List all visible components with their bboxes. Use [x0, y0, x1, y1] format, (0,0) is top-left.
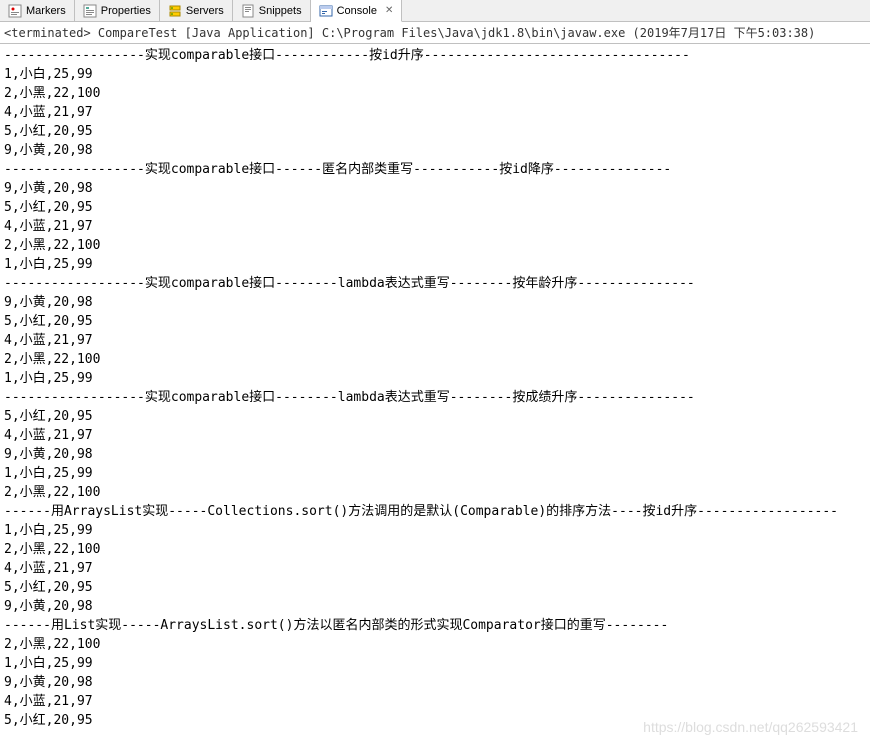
console-icon	[319, 4, 333, 18]
tab-snippets[interactable]: Snippets	[233, 0, 311, 21]
console-output: ------------------实现comparable接口--------…	[0, 44, 870, 732]
close-icon[interactable]: ✕	[385, 5, 393, 16]
tab-label: Servers	[186, 5, 224, 17]
markers-icon	[8, 4, 22, 18]
tab-label: Snippets	[259, 5, 302, 17]
watermark: https://blog.csdn.net/qq262593421	[643, 719, 858, 735]
servers-icon	[168, 4, 182, 18]
tab-bar: Markers Properties Servers Snippets Cons…	[0, 0, 870, 22]
snippets-icon	[241, 4, 255, 18]
tab-label: Console	[337, 5, 377, 17]
tab-label: Properties	[101, 5, 151, 17]
properties-icon	[83, 4, 97, 18]
terminated-status: <terminated> CompareTest [Java Applicati…	[0, 22, 870, 44]
tab-label: Markers	[26, 5, 66, 17]
tab-servers[interactable]: Servers	[160, 0, 233, 21]
tab-markers[interactable]: Markers	[0, 0, 75, 21]
tab-properties[interactable]: Properties	[75, 0, 160, 21]
tab-console[interactable]: Console ✕	[311, 0, 403, 22]
